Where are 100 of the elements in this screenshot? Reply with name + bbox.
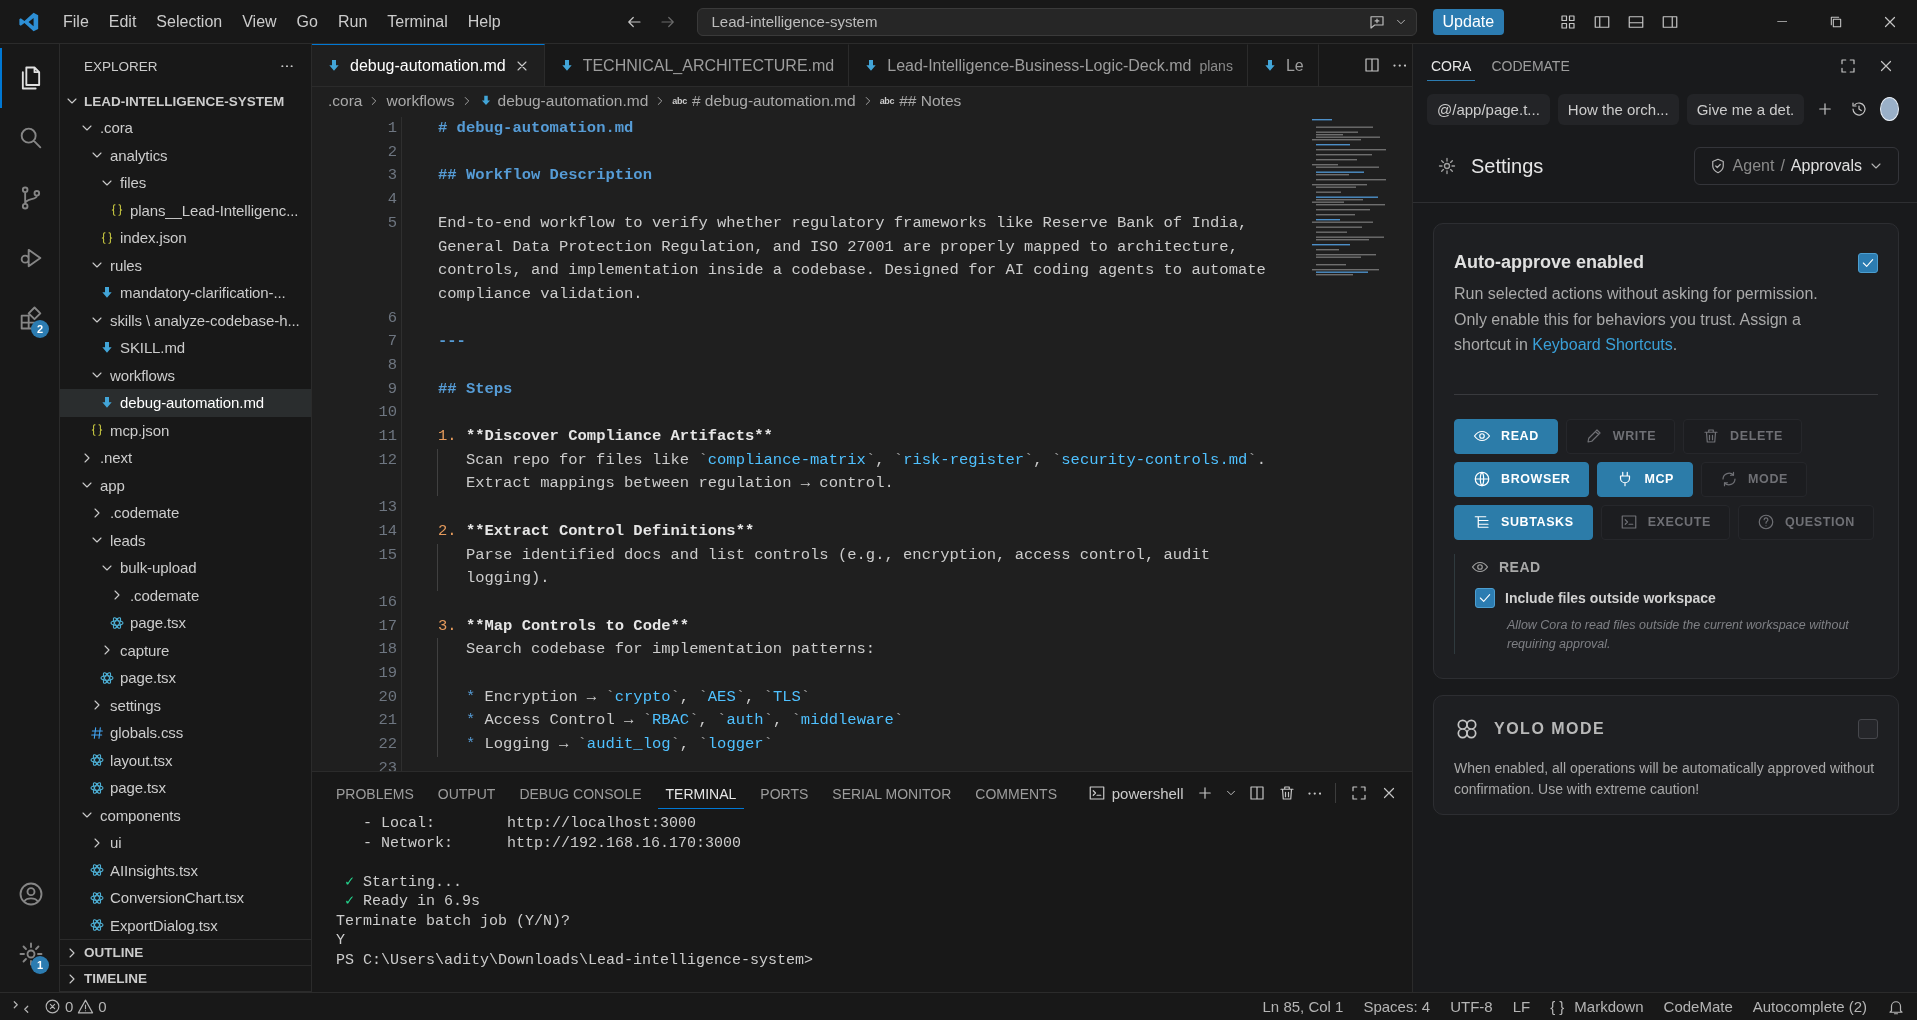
tree-item[interactable]: .codemate <box>60 499 311 527</box>
panel-tab[interactable]: PORTS <box>752 777 817 809</box>
code-line: 2. **Extract Control Definitions** <box>438 520 756 542</box>
terminal-line: PS C:\Users\adity\Downloads\Lead-intelligence-system> <box>336 950 815 970</box>
terminal-line: ✓ Starting... <box>344 872 464 892</box>
keyboard-shortcuts-link[interactable]: Keyboard Shortcuts <box>1532 336 1673 353</box>
chat-chip[interactable]: Give me a det. <box>1686 93 1805 125</box>
activity-button[interactable]: 1 <box>0 924 59 984</box>
tree-item[interactable]: AIInsights.tsx <box>60 856 311 884</box>
settings-icon <box>1437 156 1457 176</box>
menu-item[interactable]: Terminal <box>378 8 457 35</box>
permission-toggle[interactable]: MCP <box>1597 461 1694 497</box>
terminal-selector[interactable]: powershell <box>1087 784 1184 802</box>
checkbox[interactable] <box>1858 252 1878 273</box>
tree-item[interactable]: .cora <box>60 114 311 142</box>
tree-item[interactable]: skills \ analyze-codebase-h... <box>60 306 311 334</box>
menu-item[interactable]: Selection <box>147 8 232 35</box>
tree-item[interactable]: plans__Lead-Intelligenc... <box>60 196 311 224</box>
panel-tab[interactable]: TERMINAL <box>657 777 745 809</box>
tree-item[interactable]: capture <box>60 636 311 664</box>
panel-tab[interactable]: DEBUG CONSOLE <box>511 777 650 809</box>
tree-item[interactable]: .next <box>60 444 311 472</box>
tree-item[interactable]: mcp.json <box>60 416 311 444</box>
line-number: 20 <box>312 685 402 710</box>
line-number: 7 <box>312 330 402 354</box>
language-label: Markdown <box>1574 998 1644 1015</box>
permission-toggle[interactable]: READ <box>1454 418 1558 454</box>
tree-item[interactable]: files <box>60 169 311 197</box>
activity-button[interactable]: 2 <box>0 288 59 348</box>
tree-item[interactable]: workflows <box>60 361 311 389</box>
chat-chip[interactable]: How the orch... <box>1557 93 1679 125</box>
menu-item[interactable]: Edit <box>99 8 146 35</box>
panel-tab[interactable]: CODEMATE <box>1487 51 1574 81</box>
editor-tab[interactable]: debug-automation.md <box>312 44 545 86</box>
checkbox[interactable] <box>1475 587 1495 608</box>
panel-tab[interactable]: CORA <box>1427 51 1476 81</box>
avatar[interactable] <box>1880 97 1899 121</box>
more-icon <box>281 64 293 68</box>
tree-item[interactable]: bulk-upload <box>60 554 311 582</box>
panel-tab[interactable]: COMMENTS <box>967 777 1065 809</box>
menu-item[interactable]: Run <box>328 8 377 35</box>
scope-dropdown[interactable]: Agent / Approvals <box>1693 147 1899 185</box>
update-button[interactable]: Update <box>1432 8 1505 35</box>
breadcrumb-item[interactable]: .cora <box>328 92 363 110</box>
line-number: 15 <box>312 543 402 591</box>
line-number: 2 <box>312 140 402 165</box>
line-number: 9 <box>312 377 402 402</box>
tree-item[interactable]: ConversionChart.tsx <box>60 884 311 912</box>
problems-indicator[interactable]: 0 0 <box>44 998 107 1015</box>
panel-tab[interactable]: PROBLEMS <box>328 777 422 809</box>
tree-item[interactable]: SKILL.md <box>60 334 311 362</box>
braces-icon <box>89 422 105 439</box>
tree-item[interactable]: leads <box>60 526 311 554</box>
search-field[interactable]: Lead-intelligence-system <box>696 7 1417 36</box>
status-item[interactable]: CodeMate <box>1663 998 1733 1015</box>
breadcrumb-item[interactable]: workflows <box>386 92 455 110</box>
tree-item[interactable]: page.tsx <box>60 609 311 637</box>
status-item[interactable]: UTF-8 <box>1450 998 1493 1015</box>
tree-item[interactable]: globals.css <box>60 719 311 747</box>
status-item[interactable]: Ln 85, Col 1 <box>1262 998 1344 1015</box>
tree-item[interactable]: .codemate <box>60 581 311 609</box>
status-item[interactable]: Autocomplete (2) <box>1752 998 1867 1015</box>
breadcrumb-item[interactable]: ## Notes <box>899 92 962 110</box>
tree-item[interactable]: app <box>60 471 311 499</box>
menu-item[interactable]: File <box>54 8 98 35</box>
chat-chip[interactable]: @/app/page.t... <box>1427 93 1550 125</box>
permission-toggle[interactable]: SUBTASKS <box>1454 504 1593 540</box>
tree-item[interactable]: mandatory-clarification-... <box>60 279 311 307</box>
tree-item[interactable]: debug-automation.md <box>60 389 311 417</box>
line-number: 13 <box>312 496 402 520</box>
status-item[interactable]: LF <box>1512 998 1531 1015</box>
tree-item[interactable]: rules <box>60 251 311 279</box>
status-item[interactable]: Spaces: 4 <box>1363 998 1431 1015</box>
status-item[interactable]: { } Markdown <box>1550 998 1644 1015</box>
terminal[interactable]: - Local: http://localhost:3000 - Network: http://192.168.16.170:3000 ✓ Starting... ✓ Ready in 6.9s Terminate batch job (Y/N)? Y PS C:\Users\adity\Downloads\Lead-intelligence-system> <box>312 814 1412 992</box>
panel-tab[interactable]: SERIAL MONITOR <box>824 777 960 809</box>
tree-item[interactable]: components <box>60 801 311 829</box>
menu-item[interactable]: Help <box>458 8 510 35</box>
panel-tab[interactable]: OUTPUT <box>429 777 504 809</box>
section-header[interactable]: LEAD-INTELLIGENCE-SYSTEM <box>60 88 311 114</box>
terminal-icon <box>1619 513 1638 531</box>
tree-item[interactable]: ExportDialog.tsx <box>60 911 311 939</box>
tree-item[interactable]: layout.tsx <box>60 746 311 774</box>
warning-icon <box>77 998 95 1015</box>
error-count: 0 <box>65 998 74 1015</box>
tree-item[interactable]: page.tsx <box>60 664 311 692</box>
tree-item[interactable]: page.tsx <box>60 774 311 802</box>
menu-item[interactable]: Go <box>287 8 327 35</box>
breadcrumb-item[interactable]: # debug-automation.md <box>691 92 856 110</box>
section-header[interactable]: OUTLINE <box>60 940 311 966</box>
menu-item[interactable]: View <box>233 8 286 35</box>
tree-item[interactable]: index.json <box>60 224 311 252</box>
permission-toggle[interactable]: BROWSER <box>1454 461 1590 497</box>
tree-item[interactable]: analytics <box>60 141 311 169</box>
terminal-line: - Network: http://192.168.16.170:3000 <box>362 833 743 853</box>
tree-item[interactable]: settings <box>60 691 311 719</box>
checkbox[interactable] <box>1858 718 1878 739</box>
braces-icon <box>109 202 125 219</box>
breadcrumb-item[interactable]: debug-automation.md <box>497 92 649 110</box>
tree-item[interactable]: ui <box>60 829 311 857</box>
